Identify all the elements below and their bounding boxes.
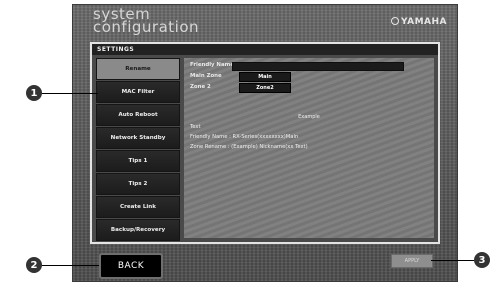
callout-1-leader (42, 93, 98, 94)
settings-sidebar: Rename MAC Filter Auto Reboot Network St… (96, 58, 180, 241)
app-title: system configuration (93, 7, 199, 36)
callout-3-leader (431, 260, 474, 261)
info-line-friendly-name: Friendly Name : RX-Series(xxxxxxxx)Main (190, 134, 299, 140)
panel-title: SETTINGS (92, 44, 438, 55)
sidebar-item-backup-recovery[interactable]: Backup/Recovery (96, 219, 180, 241)
app-title-line2: configuration (93, 18, 199, 36)
info-heading: Text (190, 124, 201, 130)
callout-3: 3 (474, 252, 490, 268)
rename-content: Friendly Name Main Zone Main Zone 2 Zone… (184, 58, 434, 238)
sidebar-item-tips-1[interactable]: Tips 1 (96, 150, 180, 172)
sidebar-item-network-standby[interactable]: Network Standby (96, 127, 180, 149)
brand-logo: YAMAHA (390, 17, 447, 27)
sidebar-item-mac-filter[interactable]: MAC Filter (96, 81, 180, 103)
main-zone-label: Main Zone (190, 73, 222, 79)
sidebar-item-rename[interactable]: Rename (96, 58, 180, 80)
settings-panel: SETTINGS Rename MAC Filter Auto Reboot N… (90, 42, 440, 244)
apply-button[interactable]: APPLY (391, 254, 433, 268)
callout-2: 2 (26, 257, 42, 273)
callout-2-leader (42, 265, 99, 266)
zone2-label: Zone 2 (190, 84, 211, 90)
sidebar-item-create-link[interactable]: Create Link (96, 196, 180, 218)
brand-name: YAMAHA (400, 17, 447, 27)
yamaha-emblem-icon (390, 17, 399, 25)
callout-1: 1 (26, 85, 42, 101)
main-zone-button[interactable]: Main (239, 72, 291, 82)
back-button[interactable]: BACK (99, 253, 163, 279)
sidebar-item-tips-2[interactable]: Tips 2 (96, 173, 180, 195)
friendly-name-label: Friendly Name (190, 62, 234, 68)
zone2-button[interactable]: Zone2 (239, 83, 291, 93)
info-line-zone-rename: Zone Rename : (Example) Nickname(xx Text… (190, 144, 308, 150)
sidebar-item-auto-reboot[interactable]: Auto Reboot (96, 104, 180, 126)
friendly-name-input[interactable] (232, 62, 404, 71)
example-heading: Example (298, 114, 320, 120)
config-window: system configuration YAMAHA SETTINGS Ren… (72, 4, 458, 282)
